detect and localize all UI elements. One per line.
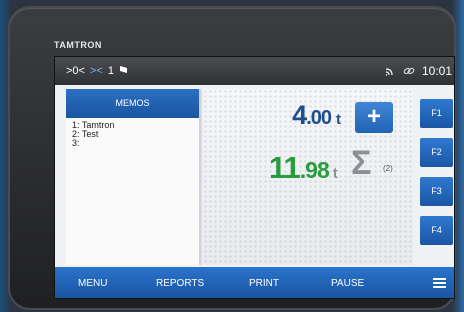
gross-weight-unit: t	[336, 111, 341, 128]
brand-logo: TAMTRON	[54, 40, 102, 50]
total-weight: 11.98 t	[269, 150, 338, 186]
terminal-device: TAMTRON >0< >< 1 10:01 MEMOS 1: Tamtron …	[8, 6, 456, 310]
bottom-menu-bar: MENU REPORTS PRINT PAUSE	[55, 267, 454, 298]
sum-icon[interactable]: Σ	[351, 144, 371, 183]
print-button[interactable]: PRINT	[249, 278, 279, 289]
function-keys: F1 F2 F3 F4	[420, 99, 453, 255]
sum-count: (2)	[383, 164, 393, 173]
f3-button[interactable]: F3	[420, 177, 453, 206]
reports-button[interactable]: REPORTS	[156, 278, 204, 289]
status-right: 10:01	[385, 64, 452, 78]
touch-screen: >0< >< 1 10:01 MEMOS 1: Tamtron 2: Test …	[54, 56, 455, 299]
total-weight-value: 11.98	[269, 150, 330, 185]
status-indicators: >0< >< 1	[66, 65, 128, 77]
gross-weight: 4.00 t	[292, 100, 341, 131]
menu-button[interactable]: MENU	[78, 278, 107, 289]
clock: 10:01	[421, 64, 452, 78]
f2-button[interactable]: F2	[420, 138, 453, 167]
wifi-icon	[385, 66, 396, 76]
memos-header[interactable]: MEMOS	[66, 89, 199, 118]
memo-item[interactable]: 3:	[72, 139, 193, 148]
memo-item[interactable]: 2: Test	[72, 130, 193, 139]
memos-list: 1: Tamtron 2: Test 3:	[66, 118, 199, 151]
zero-indicator: >0<	[66, 65, 85, 77]
pause-button[interactable]: PAUSE	[331, 278, 364, 289]
hamburger-menu-icon[interactable]	[433, 278, 446, 290]
f4-button[interactable]: F4	[420, 216, 453, 245]
total-weight-unit: t	[332, 165, 338, 182]
link-icon	[403, 66, 415, 76]
status-bar: >0< >< 1 10:01	[55, 57, 454, 85]
weight-display: 4.00 t + 11.98 t Σ (2)	[203, 89, 413, 265]
memos-panel: MEMOS 1: Tamtron 2: Test 3:	[66, 89, 200, 265]
f1-button[interactable]: F1	[420, 99, 453, 128]
add-to-total-button[interactable]: +	[355, 102, 393, 133]
stable-indicator: ><	[89, 65, 103, 77]
gross-weight-value: 4.00	[292, 100, 332, 130]
platform-icon	[119, 65, 128, 77]
platform-number: 1	[107, 65, 114, 77]
